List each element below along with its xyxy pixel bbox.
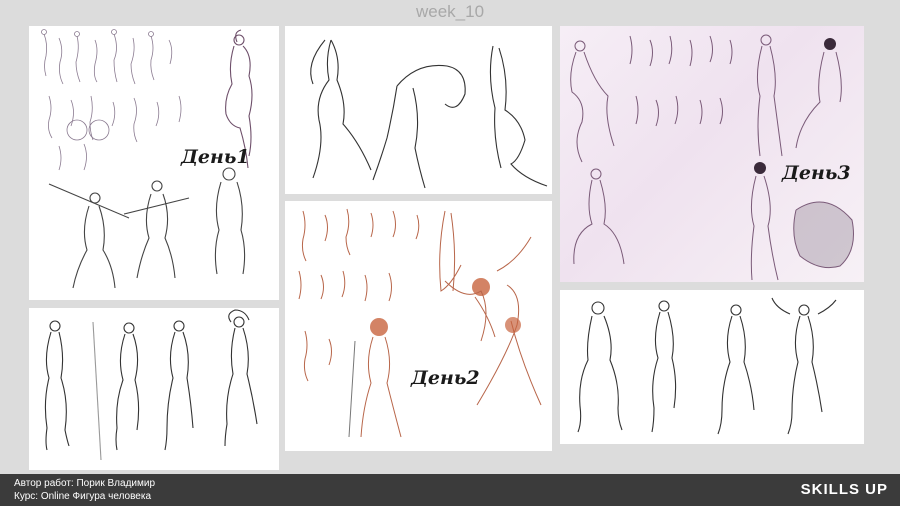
figure-sketches-dynamic: [310, 39, 548, 189]
course-line: Курс: Online Фигура человека: [14, 491, 152, 502]
figure-sketches-day3: [570, 34, 854, 281]
day2-label: День2: [411, 367, 480, 389]
sketch-panel-day2: День2: [285, 201, 552, 451]
day3-label: День3: [782, 162, 851, 184]
page-title: week_10: [415, 2, 485, 21]
brand-logo: SKILLS UP: [800, 481, 888, 498]
footer-bar: Автор работ: Порик Владимир Курс: Online…: [0, 474, 900, 506]
sketch-panel-day3: День3: [560, 26, 864, 282]
figure-sketches-day2: [298, 208, 542, 438]
figure-sketches-poses-right: [577, 297, 837, 435]
day1-label: День1: [181, 146, 250, 168]
author-line: Автор работ: Порик Владимир: [14, 478, 156, 489]
figure-sketches-poses-left: [44, 309, 258, 461]
sketch-panel-poses-left: [29, 308, 279, 470]
sketch-panel-poses-right: [560, 290, 864, 444]
sketch-panel-dynamic: [285, 26, 552, 194]
sketch-panel-day1: День1: [29, 26, 279, 300]
